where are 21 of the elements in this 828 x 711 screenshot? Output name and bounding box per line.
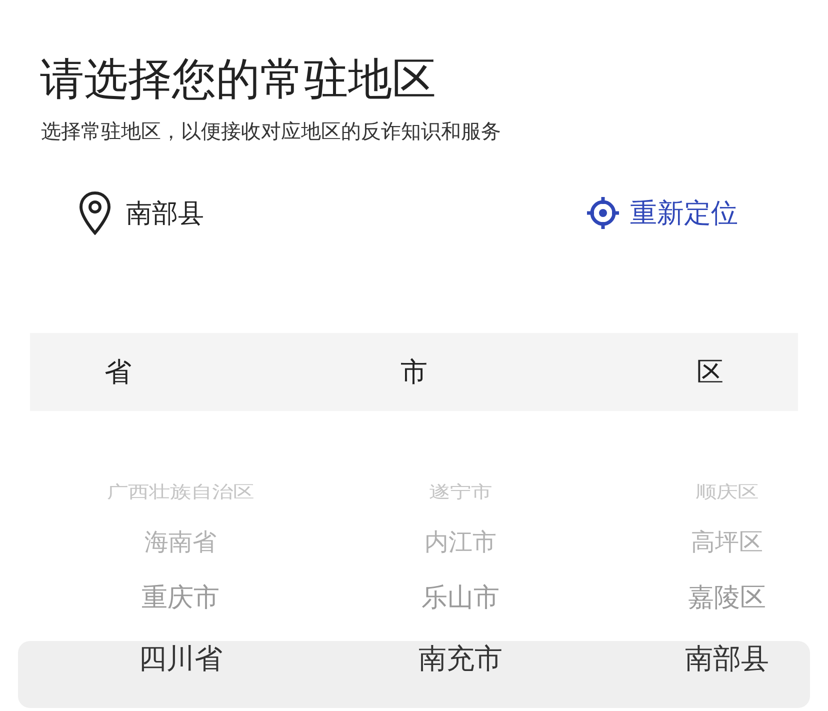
page-title: 请选择您的常驻地区 xyxy=(39,53,437,107)
locate-icon xyxy=(586,196,620,230)
picker-option[interactable]: 顺庆区 xyxy=(696,480,759,504)
relocate-button[interactable]: 重新定位 xyxy=(586,195,738,231)
picker-option[interactable]: 嘉陵区 xyxy=(688,580,766,614)
picker-option[interactable]: 高坪区 xyxy=(691,526,764,558)
picker-option[interactable]: 乐山市 xyxy=(422,580,500,614)
picker-option[interactable]: 南部县 xyxy=(685,640,770,678)
column-header: 区 xyxy=(696,356,724,390)
page-subtitle: 选择常驻地区，以便接收对应地区的反诈知识和服务 xyxy=(41,118,501,145)
picker-option[interactable]: 遂宁市 xyxy=(429,480,492,504)
column-header: 市 xyxy=(400,356,428,390)
picker-option[interactable]: 海南省 xyxy=(144,526,216,558)
current-region: 南部县 xyxy=(126,198,204,230)
picker-option[interactable]: 内江市 xyxy=(424,526,497,558)
location-pin-icon xyxy=(78,191,112,235)
picker-option[interactable]: 广西壮族自治区 xyxy=(106,480,254,504)
picker-option[interactable]: 南充市 xyxy=(418,640,503,678)
picker-option[interactable]: 四川省 xyxy=(138,640,222,678)
column-header: 省 xyxy=(104,356,132,390)
picker-option[interactable]: 重庆市 xyxy=(141,580,220,614)
